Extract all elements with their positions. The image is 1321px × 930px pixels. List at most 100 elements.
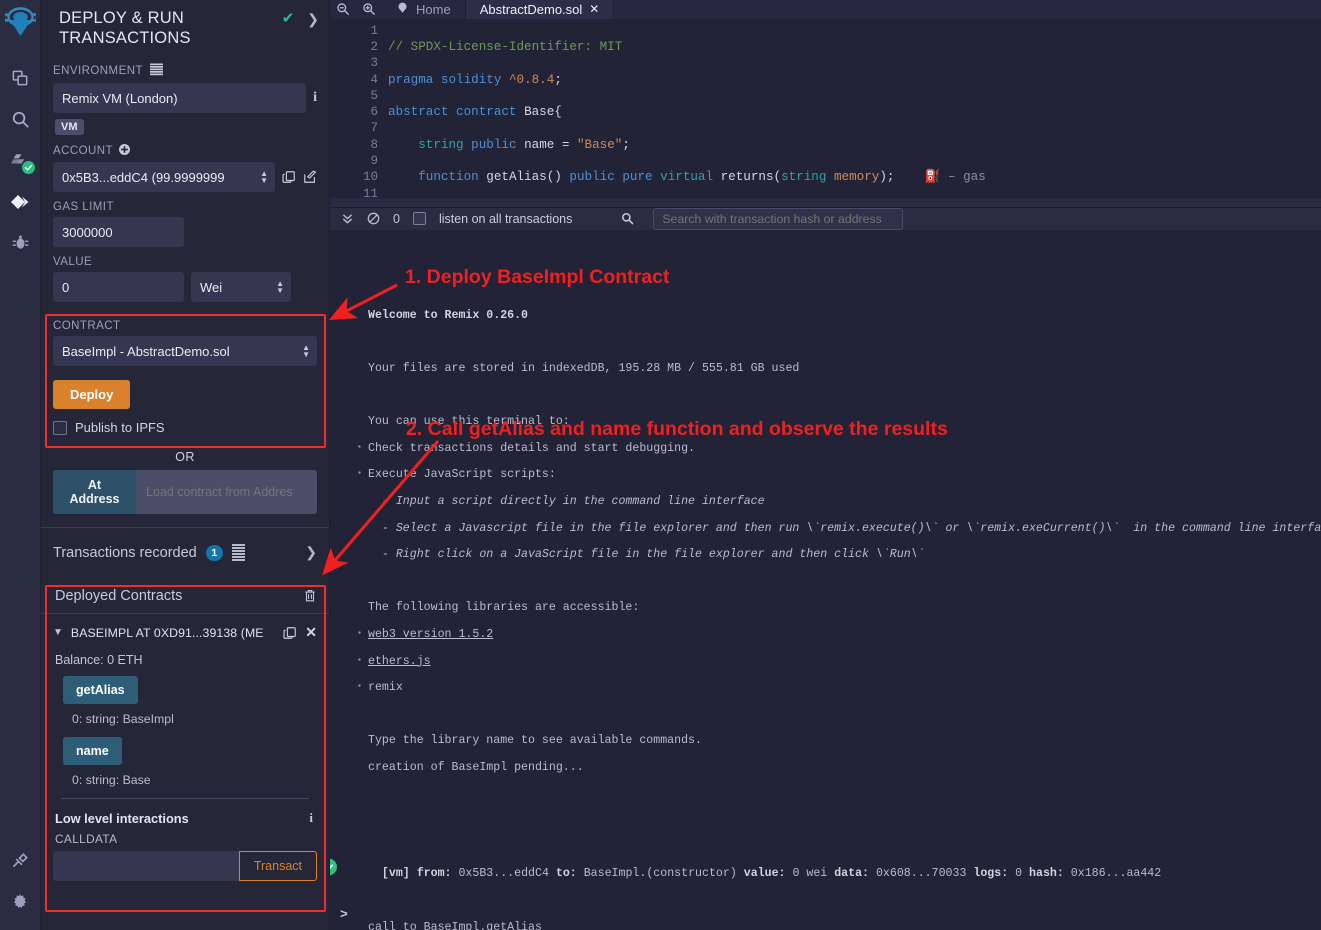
debugger-icon[interactable] — [0, 222, 41, 263]
chevron-right-icon[interactable]: ❯ — [307, 12, 319, 26]
line-number: 10 — [330, 169, 378, 185]
terminal-line: call to BaseImpl.getAlias — [368, 921, 1321, 930]
terminal-transaction-row[interactable]: [vm] from: 0x5B3...eddC4 to: BaseImpl.(c… — [368, 854, 1321, 881]
gas-limit-label: GAS LIMIT — [53, 201, 317, 213]
file-explorer-icon[interactable] — [0, 58, 41, 99]
tab-abstractdemo-sol[interactable]: AbstractDemo.sol ✕ — [466, 0, 615, 19]
terminal-log: Welcome to Remix 0.26.0 Your files are s… — [330, 296, 1321, 930]
zoom-in-icon[interactable] — [356, 0, 382, 19]
copy-address-icon[interactable] — [283, 626, 297, 640]
terminal-search-icon[interactable] — [621, 212, 634, 225]
plugin-manager-icon[interactable] — [0, 840, 41, 881]
add-account-icon[interactable] — [119, 144, 130, 158]
page-title: DEPLOY & RUN TRANSACTIONS — [59, 8, 282, 48]
terminal-search-input[interactable] — [653, 208, 903, 230]
tx-data-val: 0x608...70033 — [876, 867, 973, 880]
at-address-button[interactable]: At Address — [53, 470, 136, 514]
at-address-input[interactable] — [136, 470, 317, 514]
publish-ipfs-checkbox[interactable] — [53, 421, 67, 435]
line-number: 8 — [330, 137, 378, 153]
deploy-button[interactable]: Deploy — [53, 380, 130, 409]
terminal-line: Type the library name to see available c… — [368, 734, 1321, 747]
line-number: 1 — [330, 23, 378, 39]
panel-body: ENVIRONMENT Remix VM (London) i VM ACCOU… — [41, 63, 329, 302]
value-input[interactable]: 0 — [53, 272, 184, 302]
line-number: 3 — [330, 55, 378, 71]
value-label: VALUE — [53, 256, 317, 268]
code-lines: // SPDX-License-Identifier: MIT pragma s… — [388, 23, 1321, 207]
close-instance-icon[interactable]: ✕ — [305, 624, 317, 641]
terminal-line: The following libraries are accessible: — [368, 601, 1321, 614]
code-line: function getAlias() public pure virtual … — [388, 169, 1321, 185]
search-icon[interactable] — [0, 99, 41, 140]
edit-account-icon[interactable] — [303, 170, 317, 184]
terminal-link-web3[interactable]: web3 version 1.5.2 — [368, 628, 493, 641]
remix-logo[interactable] — [5, 6, 36, 44]
deployed-contracts-title: Deployed Contracts — [55, 588, 303, 604]
gas-hint: – gas — [948, 170, 986, 184]
solidity-compiler-icon[interactable] — [0, 140, 41, 181]
account-select[interactable]: 0x5B3...eddC4 (99.9999999 — [53, 162, 275, 192]
publish-ipfs-row[interactable]: Publish to IPFS — [53, 420, 317, 435]
calldata-input[interactable] — [53, 851, 239, 881]
line-number: 5 — [330, 88, 378, 104]
transactions-recorded-row[interactable]: Transactions recorded 1 ❯ — [41, 528, 329, 578]
deployed-contract-instance: ▼ BASEIMPL AT 0XD91...39138 (ME ✕ Balanc… — [41, 614, 329, 881]
terminal-blank — [368, 708, 1321, 721]
terminal-line: Your files are stored in indexedDB, 195.… — [368, 362, 1321, 375]
account-spinner-icon[interactable]: ▲▼ — [260, 170, 268, 184]
low-level-info-icon[interactable]: i — [309, 810, 313, 826]
chevron-down-icon[interactable]: ▼ — [53, 627, 63, 638]
line-number: 4 — [330, 72, 378, 88]
terminal-blank — [368, 814, 1321, 827]
tab-home-label: Home — [416, 2, 451, 17]
environment-stack-icon — [149, 63, 164, 79]
editor-horizontal-scrollbar[interactable] — [330, 198, 1321, 207]
tx-hash-val: 0x186...aa442 — [1071, 867, 1161, 880]
tx-data-key: data: — [834, 867, 876, 880]
environment-label: ENVIRONMENT — [53, 63, 317, 79]
function-result-getalias: 0: string: BaseImpl — [72, 712, 317, 726]
terminal-line: Welcome to Remix 0.26.0 — [368, 309, 1321, 322]
transact-button[interactable]: Transact — [239, 851, 317, 881]
close-tab-icon[interactable]: ✕ — [589, 2, 599, 16]
clear-terminal-icon[interactable] — [367, 212, 380, 225]
copy-account-icon[interactable] — [282, 170, 296, 184]
contract-select[interactable]: BaseImpl - AbstractDemo.sol — [53, 336, 317, 366]
terminal-blank — [368, 389, 1321, 402]
gas-limit-input[interactable]: 3000000 — [53, 217, 184, 247]
transactions-expand-icon[interactable]: ❯ — [305, 544, 317, 561]
instance-header[interactable]: ▼ BASEIMPL AT 0XD91...39138 (ME ✕ — [53, 624, 317, 641]
zoom-out-icon[interactable] — [330, 0, 356, 19]
function-button-name[interactable]: name — [63, 737, 122, 765]
tx-logs-key: logs: — [973, 867, 1015, 880]
collapse-terminal-icon[interactable] — [341, 212, 354, 225]
listen-all-transactions-checkbox[interactable] — [413, 212, 426, 225]
trash-icon[interactable] — [303, 589, 317, 603]
terminal-link-ethers[interactable]: ethers.js — [368, 655, 431, 668]
terminal-prompt[interactable]: > — [340, 907, 348, 922]
deployed-contracts-section: Deployed Contracts ▼ BASEIMPL AT 0XD91..… — [41, 578, 329, 881]
instance-balance: Balance: 0 ETH — [55, 653, 317, 667]
settings-icon[interactable] — [0, 881, 41, 922]
terminal-top-spacer — [330, 236, 1321, 296]
deploy-run-icon[interactable] — [0, 181, 41, 222]
line-number: 9 — [330, 153, 378, 169]
code-editor[interactable]: 1 2 3 4 5 6 7 8 9 10 11 12 // SPDX-Licen… — [330, 19, 1321, 207]
tab-home[interactable]: Home — [382, 0, 466, 19]
environment-row: Remix VM (London) i — [53, 83, 317, 113]
transactions-list-icon[interactable] — [232, 544, 245, 561]
info-icon[interactable]: i — [313, 90, 317, 106]
terminal-line: Check transactions details and start deb… — [368, 442, 1321, 455]
environment-select[interactable]: Remix VM (London) — [53, 83, 306, 113]
terminal-output[interactable]: Welcome to Remix 0.26.0 Your files are s… — [330, 230, 1321, 930]
terminal-toolbar: 0 listen on all transactions — [330, 207, 1321, 230]
contract-label: CONTRACT — [53, 320, 317, 332]
calldata-row: Transact — [53, 851, 317, 881]
contract-spinner-icon[interactable]: ▲▼ — [302, 344, 310, 358]
tx-logs-val: 0 — [1015, 867, 1029, 880]
function-button-getalias[interactable]: getAlias — [63, 676, 138, 704]
value-unit-spinner-icon[interactable]: ▲▼ — [276, 280, 284, 294]
low-level-title: Low level interactions — [55, 811, 309, 826]
home-remix-icon — [396, 1, 409, 17]
